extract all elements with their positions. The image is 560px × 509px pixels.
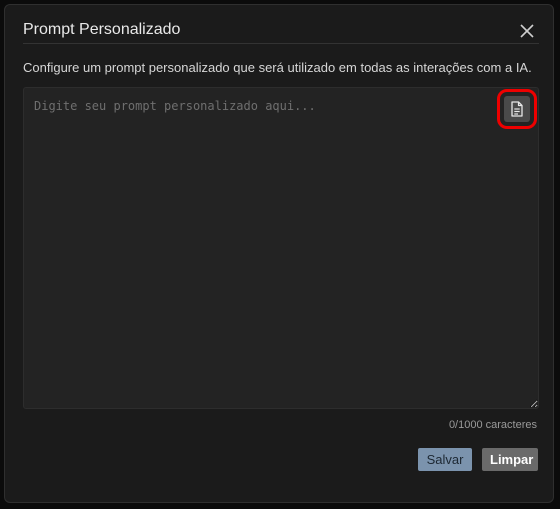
prompt-textarea[interactable] [23,87,539,409]
document-icon [511,101,523,117]
save-button[interactable]: Salvar [418,448,472,471]
dialog-description: Configure um prompt personalizado que se… [23,60,532,75]
close-button[interactable] [517,21,537,41]
character-counter: 0/1000 caracteres [448,419,537,431]
document-template-button[interactable] [497,89,537,129]
header-divider [23,43,539,44]
close-icon [520,24,534,38]
clear-button[interactable]: Limpar [482,448,538,471]
custom-prompt-dialog: Prompt Personalizado Configure um prompt… [4,4,554,503]
prompt-container [23,87,539,409]
dialog-title: Prompt Personalizado [23,21,181,38]
